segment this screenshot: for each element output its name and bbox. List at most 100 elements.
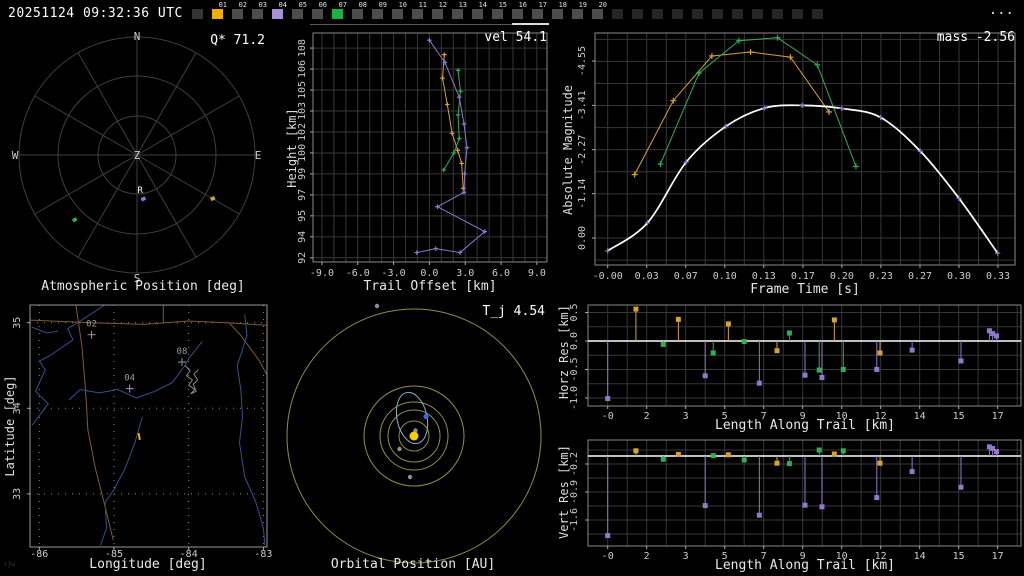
station-indicator-label: 18: [558, 1, 567, 9]
station-indicator[interactable]: [692, 9, 703, 19]
overflow-menu-button[interactable]: ...: [989, 2, 1014, 18]
residual-point: [702, 373, 708, 379]
map-lat-tick: 35: [12, 317, 23, 329]
height-axis-label: Height [km]: [285, 108, 299, 188]
magnitude-axis-label: Absolute Magnitude: [561, 84, 575, 216]
atmospheric-position-plot: NSW EZR: [12, 30, 262, 285]
residual-point: [710, 453, 716, 459]
station-indicator-label: 15: [498, 1, 507, 9]
trail-x-tick: -3.0: [382, 268, 406, 279]
ground-trail-segment: [137, 432, 141, 441]
lc-y-tick: -3.41: [577, 90, 588, 120]
residual-point: [909, 347, 915, 353]
residual-point: [877, 460, 883, 466]
residual-point: [840, 448, 846, 454]
planet-mars: [407, 474, 413, 480]
latitude-axis-label: Latitude [deg]: [3, 375, 17, 477]
station-indicator-11[interactable]: 11: [412, 2, 427, 19]
station-indicator-15[interactable]: 15: [492, 2, 507, 19]
station-indicator-18[interactable]: 18: [552, 2, 567, 19]
velocity-value: vel 54.1: [484, 30, 547, 45]
utc-timestamp: 20251124 09:32:36 UTC: [8, 6, 183, 21]
residual-point: [874, 367, 880, 372]
orbital-caption: Orbital Position [AU]: [330, 557, 496, 572]
station-indicator-13[interactable]: 13: [452, 2, 467, 19]
compass-west-label: W: [12, 149, 19, 162]
residual-point: [802, 502, 808, 508]
station-indicator[interactable]: [632, 9, 643, 19]
residual-point: [786, 330, 792, 336]
station-indicator[interactable]: [672, 9, 683, 19]
trail-y-tick: 95: [297, 210, 308, 222]
lc-y-tick: 0.00: [577, 226, 588, 250]
station-indicator[interactable]: [712, 9, 723, 19]
planet-venus: [397, 446, 402, 452]
residual-point: [725, 321, 731, 327]
ground-track-map: 353433-86 -85 -84 -83020408: [12, 304, 272, 560]
station-indicator-label: 10: [398, 1, 407, 9]
station-indicator-03[interactable]: 03: [252, 2, 267, 19]
vert-res-plot: -0 2 3 5 7 9 10 12 14 15 17-0.2-0.9-1.6: [569, 439, 1022, 562]
station-indicator-02[interactable]: 02: [232, 2, 247, 19]
planet-earth: [423, 413, 429, 420]
residual-point: [741, 457, 747, 463]
timeline-progress[interactable]: [512, 23, 549, 25]
compass-north-label: N: [134, 30, 141, 43]
lc-series-07: [659, 37, 857, 167]
station-indicator-05[interactable]: 05: [292, 2, 307, 19]
station-indicator-label: 06: [318, 1, 327, 9]
station-indicator-07[interactable]: 07: [332, 2, 347, 19]
trail-y-tick: 105: [297, 81, 308, 99]
station-indicator-16[interactable]: 16: [512, 2, 527, 19]
horz-length-axis-label: Length Along Trail [km]: [714, 418, 896, 433]
station-indicator-12[interactable]: 12: [432, 2, 447, 19]
station-indicator[interactable]: [612, 9, 623, 19]
qstar-value: Q* 71.2: [210, 33, 265, 48]
residual-point: [756, 512, 762, 518]
station-indicator-label: 02: [238, 1, 247, 9]
map-lon-tick: -86: [30, 549, 48, 560]
residual-point: [816, 367, 822, 373]
station-indicator-09[interactable]: 09: [372, 2, 387, 19]
lc-x-tick: 0.13: [752, 271, 776, 282]
residual-point: [994, 333, 1000, 339]
station-indicator-label: 13: [458, 1, 467, 9]
frame-time-axis-label: Frame Time [s]: [750, 282, 860, 297]
station-indicator[interactable]: [192, 9, 203, 19]
station-indicator[interactable]: [752, 9, 763, 19]
radiant-tag: R: [137, 186, 143, 196]
trail-x-tick: 3.0: [456, 268, 474, 279]
lc-x-tick: 0.10: [713, 271, 737, 282]
trail-y-tick: 106: [297, 60, 308, 78]
station-indicator-17[interactable]: 17: [532, 2, 547, 19]
map-station-label-08: 08: [177, 347, 188, 357]
res-x-tick: 14: [914, 551, 926, 562]
station-indicator[interactable]: [772, 9, 783, 19]
station-indicator[interactable]: [792, 9, 803, 19]
station-indicator-19[interactable]: 19: [572, 2, 587, 19]
vert-res-axis-label: Vert Res [km]: [557, 445, 571, 539]
station-indicator-label: 09: [378, 1, 387, 9]
tisserand-value: T_j 4.54: [482, 304, 545, 319]
station-indicator-08[interactable]: 08: [352, 2, 367, 19]
res-x-tick: 14: [914, 411, 926, 422]
residual-point: [725, 452, 731, 458]
residual-point: [840, 367, 846, 372]
station-indicator[interactable]: [652, 9, 663, 19]
atmospheric-point-04: [140, 196, 147, 202]
station-indicator[interactable]: [732, 9, 743, 19]
residual-point: [877, 350, 883, 356]
trail-y-tick: 97: [297, 189, 308, 201]
residual-point: [831, 451, 837, 457]
station-indicator-20[interactable]: 20: [592, 2, 607, 19]
residual-point: [756, 380, 762, 386]
station-indicator-04[interactable]: 04: [272, 2, 287, 19]
station-indicator-10[interactable]: 10: [392, 2, 407, 19]
horz-res-axis-label: Horz Res [km]: [557, 305, 571, 399]
residual-point: [660, 341, 666, 347]
station-indicator-01[interactable]: 01: [212, 2, 227, 19]
station-indicator-label: 08: [358, 1, 367, 9]
station-indicator-06[interactable]: 06: [312, 2, 327, 19]
station-indicator[interactable]: [812, 9, 823, 19]
station-indicator-14[interactable]: 14: [472, 2, 487, 19]
